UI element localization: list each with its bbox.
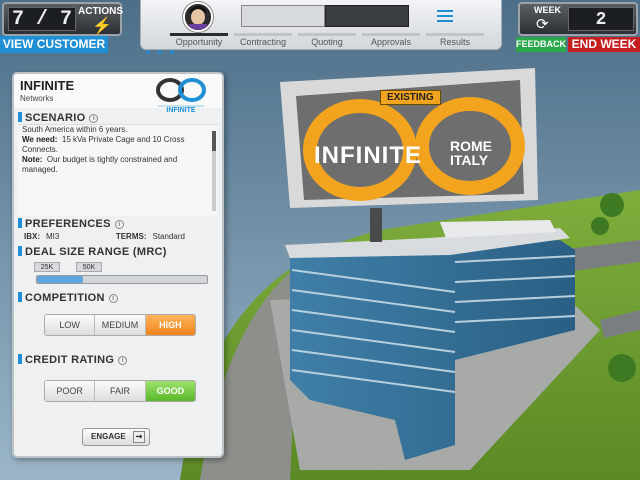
ibx-label: IBX: bbox=[24, 232, 40, 241]
credit-poor[interactable]: POOR bbox=[45, 381, 96, 401]
scenario-need-label: We need: bbox=[22, 135, 58, 144]
deal-size-slider[interactable] bbox=[36, 275, 208, 284]
engage-label: ENGAGE bbox=[91, 432, 126, 441]
stage-opportunity[interactable]: Opportunity bbox=[167, 32, 231, 48]
ibx-value: MI3 bbox=[46, 232, 60, 241]
company-logo: INFINITE bbox=[146, 76, 216, 118]
progress-bar-filled bbox=[325, 5, 409, 27]
competition-title-text: COMPETITION bbox=[25, 292, 105, 304]
feedback-button[interactable]: FEEDBACK bbox=[516, 37, 566, 52]
deal-size-tick: 50K bbox=[76, 262, 102, 272]
progress-bar-empty bbox=[241, 5, 325, 27]
actions-counter: 7 / 7 ACTIONS ⚡ bbox=[2, 2, 123, 36]
deal-size-tick: 25K bbox=[34, 262, 60, 272]
scenario-note-label: Note: bbox=[22, 155, 43, 164]
info-icon[interactable]: i bbox=[114, 220, 124, 229]
credit-good[interactable]: GOOD bbox=[145, 381, 195, 401]
credit-rating-selector: POOR FAIR GOOD bbox=[44, 380, 196, 402]
deal-size-slider-fill bbox=[37, 276, 83, 283]
lightning-bolt-icon: ⚡ bbox=[92, 18, 112, 35]
deal-size-title-text: DEAL SIZE RANGE (MRC) bbox=[25, 246, 167, 258]
info-icon[interactable]: i bbox=[108, 294, 118, 303]
competition-title: COMPETITION i bbox=[18, 292, 118, 304]
engage-icon: ⇝ bbox=[133, 431, 145, 443]
competition-high[interactable]: HIGH bbox=[145, 315, 195, 335]
week-counter: WEEK ⟳ 2 bbox=[518, 2, 638, 36]
info-icon[interactable]: i bbox=[89, 114, 99, 123]
scenario-scrollbar[interactable] bbox=[212, 131, 216, 211]
billboard: EXISTING INFINITE ROME ITALY bbox=[300, 88, 530, 198]
menu-icon[interactable] bbox=[437, 10, 453, 24]
credit-fair[interactable]: FAIR bbox=[95, 381, 146, 401]
preferences-title: PREFERENCES i bbox=[18, 218, 124, 230]
deal-progress-header: Opportunity Contracting Quoting Approval… bbox=[140, 0, 502, 50]
company-name: INFINITE bbox=[20, 78, 75, 93]
competition-medium[interactable]: MEDIUM bbox=[95, 315, 146, 335]
customer-panel: INFINITE Networks INFINITE SCENARIO i Sou… bbox=[12, 72, 224, 458]
engage-button[interactable]: ENGAGE ⇝ bbox=[82, 428, 150, 446]
end-week-button[interactable]: END WEEK bbox=[568, 37, 640, 52]
stage-quoting[interactable]: Quoting bbox=[295, 32, 359, 48]
week-label: WEEK bbox=[534, 5, 561, 15]
billboard-badge: EXISTING bbox=[380, 90, 441, 105]
terms-label: TERMS: bbox=[115, 232, 147, 241]
scenario-title: SCENARIO i bbox=[18, 112, 99, 124]
stage-approvals[interactable]: Approvals bbox=[359, 32, 423, 48]
credit-rating-title-text: CREDIT RATING bbox=[25, 354, 115, 366]
chevron-down-icon: ▼▼▼ bbox=[144, 48, 180, 57]
cycle-icon: ⟳ bbox=[536, 16, 549, 33]
scenario-title-text: SCENARIO bbox=[25, 112, 86, 124]
billboard-brand: INFINITE bbox=[314, 142, 422, 169]
scenario-lead-line: South America within 6 years. bbox=[22, 125, 128, 134]
credit-rating-title: CREDIT RATING i bbox=[18, 354, 128, 366]
preferences-title-text: PREFERENCES bbox=[25, 218, 111, 230]
preferences-row: IBX: MI3 TERMS: Standard bbox=[24, 232, 185, 241]
stage-contracting[interactable]: Contracting bbox=[231, 32, 295, 48]
view-customer-button[interactable]: VIEW CUSTOMER bbox=[0, 36, 108, 53]
billboard-country: ITALY bbox=[450, 152, 489, 168]
company-industry: Networks bbox=[20, 94, 54, 103]
competition-low[interactable]: LOW bbox=[45, 315, 96, 335]
customer-avatar[interactable] bbox=[183, 2, 213, 32]
scenario-text: South America within 6 years. We need: 1… bbox=[22, 125, 202, 175]
competition-selector: LOW MEDIUM HIGH bbox=[44, 314, 196, 336]
week-number: 2 bbox=[568, 7, 634, 31]
actions-count: 7 / 7 bbox=[8, 7, 76, 31]
terms-value: Standard bbox=[152, 232, 185, 241]
scenario-text-area[interactable]: South America within 6 years. We need: 1… bbox=[18, 124, 218, 216]
deal-size-title: DEAL SIZE RANGE (MRC) bbox=[18, 246, 167, 258]
stage-results[interactable]: Results bbox=[423, 32, 487, 48]
info-icon[interactable]: i bbox=[118, 356, 128, 365]
logo-wordmark: INFINITE bbox=[166, 107, 196, 114]
scenario-note-text: Our budget is tightly constrained and ma… bbox=[22, 155, 178, 174]
deal-stages: Opportunity Contracting Quoting Approval… bbox=[167, 32, 487, 48]
